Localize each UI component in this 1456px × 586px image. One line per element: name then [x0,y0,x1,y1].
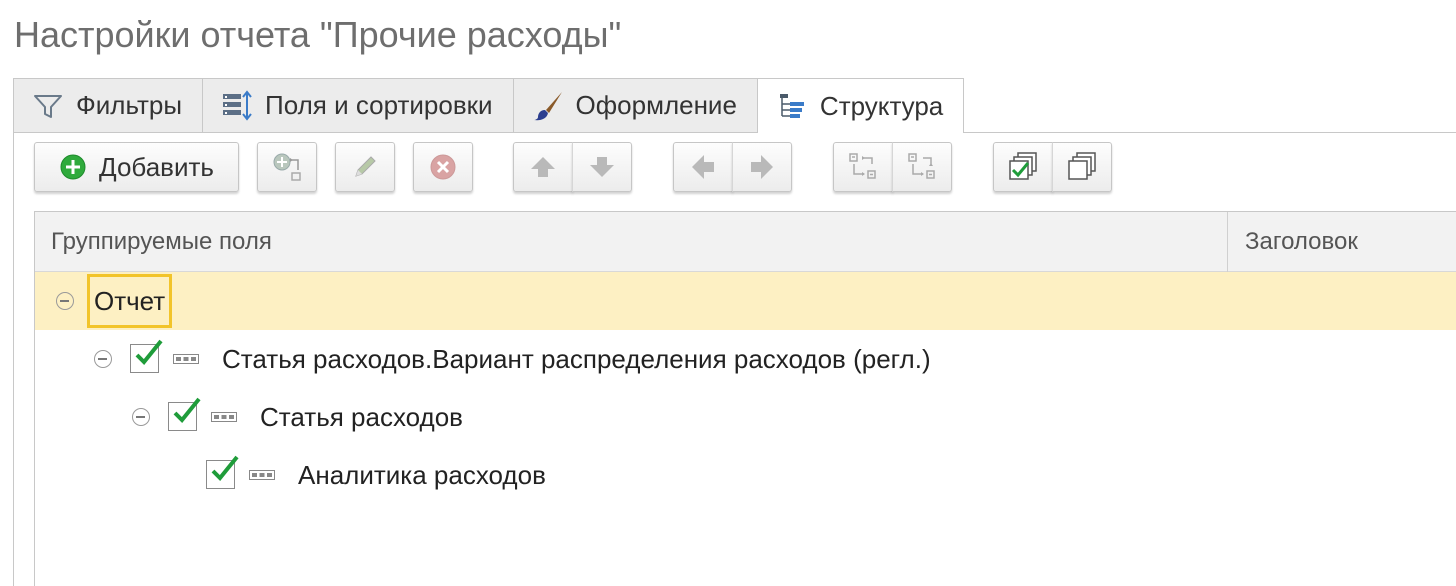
selected-cell[interactable]: Отчет [87,274,173,328]
uncheck-all-button[interactable] [1052,142,1112,192]
row-label: Статья расходов [260,402,463,432]
filter-icon [34,94,62,118]
ungroup-button[interactable] [892,142,952,192]
tab-structure[interactable]: Структура [756,78,965,133]
collapse-icon[interactable] [56,292,74,310]
tree-row-expense-distribution[interactable]: Статья расходов.Вариант распределения ра… [35,330,1456,388]
uncheck-all-icon [1068,152,1096,180]
move-up-icon [531,157,555,177]
move-group-icon [849,153,876,179]
move-down-button[interactable] [572,142,632,192]
row-label: Отчет [94,285,166,316]
column-separator[interactable] [1227,212,1228,272]
ungroup-icon [908,153,935,179]
column-header-title[interactable]: Заголовок [1245,212,1358,272]
field-icon [211,412,237,422]
structure-grid: Группируемые поля Заголовок Отчет Статья… [34,211,1456,586]
checkmark-icon [173,397,201,423]
check-all-icon [1009,152,1037,180]
field-icon [249,470,275,480]
fields-sort-icon [223,89,252,121]
structure-toolbar: Добавить [34,142,1134,194]
tab-appearance[interactable]: Оформление [512,78,758,132]
checkmark-icon [135,339,163,365]
tab-appearance-label: Оформление [575,90,737,120]
collapse-icon[interactable] [94,350,112,368]
grid-header: Группируемые поля Заголовок [35,212,1456,272]
move-up-button[interactable] [513,142,573,192]
edit-button[interactable] [335,142,395,192]
tab-filters[interactable]: Фильтры [13,78,204,132]
delete-button[interactable] [413,142,473,192]
row-checkbox[interactable] [206,455,239,489]
row-checkbox[interactable] [168,397,201,431]
move-right-icon [751,155,773,179]
brush-icon [533,91,562,120]
tab-structure-label: Структура [819,90,944,121]
tab-filters-label: Фильтры [76,90,183,120]
insert-group-button[interactable] [257,142,317,192]
tree-row-expense-item[interactable]: Статья расходов [35,388,1456,446]
tab-fields-sorting[interactable]: Поля и сортировки [202,78,514,132]
check-all-button[interactable] [993,142,1053,192]
structure-icon [779,94,804,118]
group-insert-icon [273,153,301,181]
edit-icon [355,156,376,177]
collapse-icon[interactable] [132,408,150,426]
add-icon [60,154,86,180]
move-to-group-button[interactable] [833,142,893,192]
add-button-label: Добавить [99,151,214,182]
field-icon [173,354,199,364]
move-right-button[interactable] [732,142,792,192]
row-checkbox[interactable] [130,339,163,373]
checkmark-icon [211,455,239,481]
move-left-button[interactable] [673,142,733,192]
row-label: Аналитика расходов [298,460,546,490]
tree-row-report[interactable]: Отчет [35,272,1456,330]
row-label: Статья расходов.Вариант распределения ра… [222,344,931,374]
delete-icon [430,154,456,180]
tab-fields-sorting-label: Поля и сортировки [265,90,493,120]
panel-border [13,133,14,586]
page-title: Настройки отчета "Прочие расходы" [14,14,622,55]
add-button[interactable]: Добавить [34,142,239,192]
settings-tabs: Фильтры Поля и сортировки Оформление Стр… [13,78,1456,133]
move-down-icon [590,157,614,177]
move-left-icon [692,155,714,179]
tree-row-expense-analytics[interactable]: Аналитика расходов [35,446,1456,504]
column-header-grouping-fields[interactable]: Группируемые поля [51,212,272,272]
